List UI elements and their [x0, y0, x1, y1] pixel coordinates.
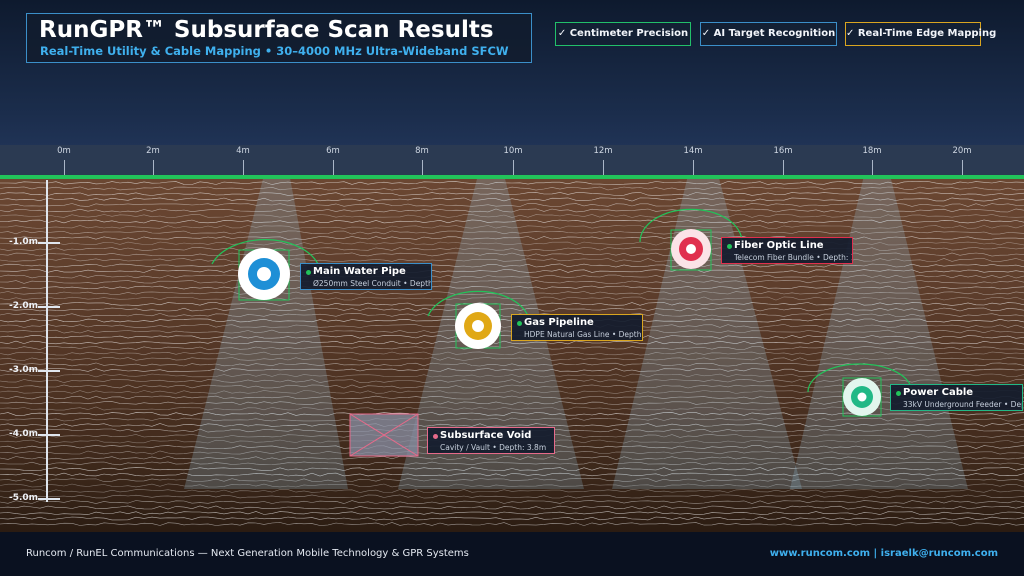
target-label-water-pipe[interactable]: Main Water Pipe Ø250mm Steel Conduit • D…	[300, 263, 432, 290]
footer-contact-link[interactable]: www.runcom.com | israelk@runcom.com	[770, 548, 998, 559]
target-name: Subsurface Void	[440, 430, 532, 441]
target-markers-layer	[211, 208, 913, 457]
footer-credit: Runcom / RunEL Communications — Next Gen…	[26, 548, 469, 559]
target-name: Main Water Pipe	[313, 266, 406, 277]
target-detail: HDPE Natural Gas Line • Depth: 2.3m	[524, 330, 643, 339]
status-dot	[896, 391, 901, 396]
status-dot	[517, 321, 522, 326]
target-name: Gas Pipeline	[524, 317, 594, 328]
target-subsurface-void[interactable]	[349, 413, 419, 457]
target-name: Power Cable	[903, 387, 974, 398]
status-dot	[306, 270, 311, 275]
target-detail: Ø250mm Steel Conduit • Depth: 1.5m	[313, 279, 431, 288]
status-dot	[727, 244, 732, 249]
target-label-fiber-optic[interactable]: Fiber Optic Line Telecom Fiber Bundle • …	[721, 237, 853, 264]
target-name: Fiber Optic Line	[734, 240, 824, 251]
footer-bar: Runcom / RunEL Communications — Next Gen…	[0, 532, 1024, 576]
target-label-power-cable[interactable]: Power Cable 33kV Underground Feeder • De…	[890, 384, 1023, 411]
status-dot	[433, 434, 438, 439]
target-label-gas-pipeline[interactable]: Gas Pipeline HDPE Natural Gas Line • Dep…	[511, 314, 643, 341]
target-label-subsurface-void[interactable]: Subsurface Void Cavity / Vault • Depth: …	[427, 427, 555, 454]
target-detail: Cavity / Vault • Depth: 3.8m	[440, 443, 547, 452]
target-detail: 33kV Underground Feeder • Depth: 3.4m	[903, 400, 1022, 409]
target-detail: Telecom Fiber Bundle • Depth: 1.1m	[734, 253, 852, 262]
